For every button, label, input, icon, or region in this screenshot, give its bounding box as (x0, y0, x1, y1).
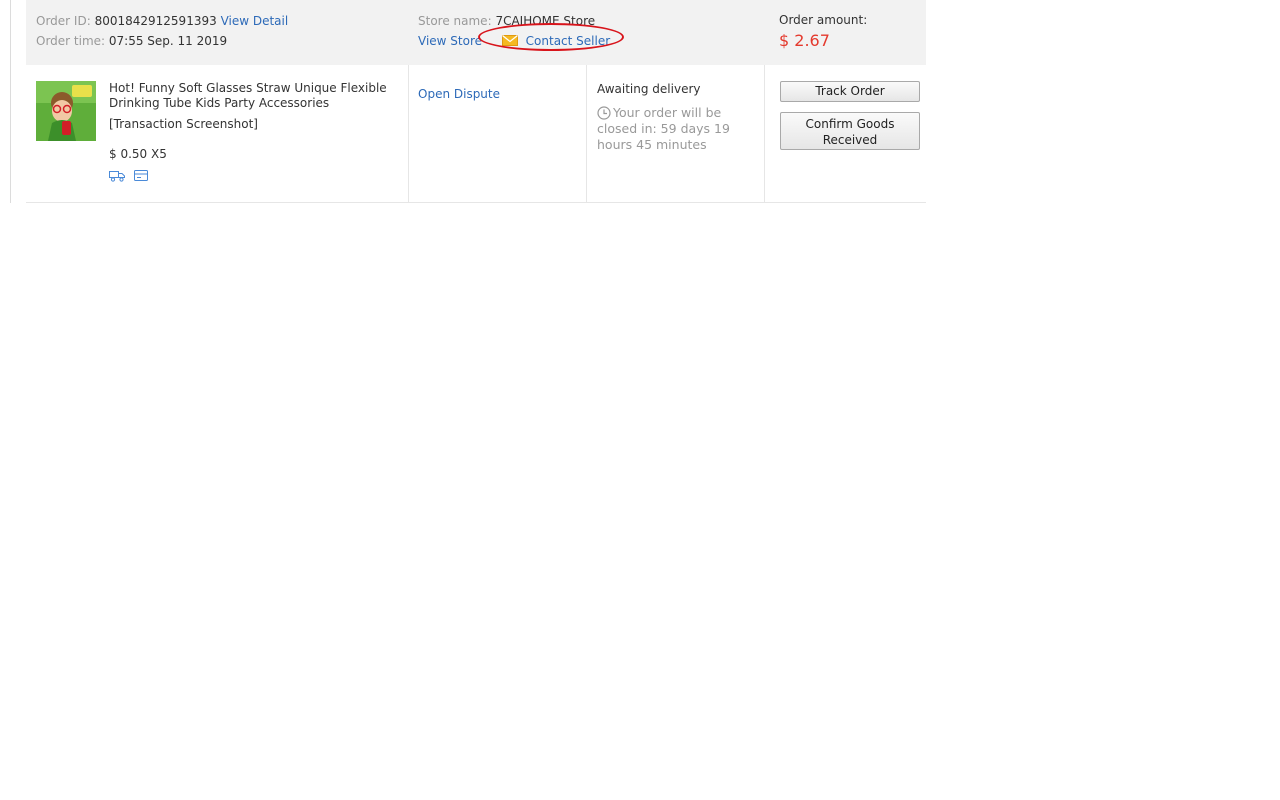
view-detail-link[interactable]: View Detail (221, 14, 289, 28)
card-icon[interactable] (133, 169, 149, 182)
product-thumbnail[interactable] (36, 81, 96, 141)
clock-icon (597, 106, 611, 120)
order-card: Order ID: 8001842912591393 View Detail O… (26, 0, 926, 203)
order-item-row: Hot! Funny Soft Glasses Straw Unique Fle… (26, 65, 926, 203)
order-id-label: Order ID: (36, 14, 91, 28)
countdown-text-block: Your order will be closed in: 59 days 19… (597, 105, 765, 153)
order-id-value: 8001842912591393 (94, 14, 217, 28)
contact-seller-link[interactable]: Contact Seller (526, 34, 611, 48)
order-amount-value: $ 2.67 (779, 31, 830, 50)
confirm-goods-received-button[interactable]: Confirm Goods Received (780, 112, 920, 150)
store-name-row: Store name: 7CAIHOME Store (418, 13, 595, 29)
column-divider (586, 65, 587, 202)
track-order-button[interactable]: Track Order (780, 81, 920, 102)
order-status: Awaiting delivery (597, 82, 701, 96)
store-name-label: Store name: (418, 14, 492, 28)
order-id-row: Order ID: 8001842912591393 View Detail (36, 13, 288, 29)
left-border-line (10, 0, 11, 203)
column-divider (764, 65, 765, 202)
store-links-row: View Store Contact Seller (418, 33, 610, 49)
order-time-label: Order time: (36, 34, 106, 48)
product-title-link[interactable]: Hot! Funny Soft Glasses Straw Unique Fle… (109, 81, 399, 111)
service-icons (109, 169, 149, 182)
open-dispute-link[interactable]: Open Dispute (418, 86, 500, 102)
column-divider (408, 65, 409, 202)
price-quantity: $ 0.50 X5 (109, 147, 167, 161)
order-time-row: Order time: 07:55 Sep. 11 2019 (36, 33, 227, 49)
store-name-value: 7CAIHOME Store (495, 14, 596, 28)
order-header: Order ID: 8001842912591393 View Detail O… (26, 0, 926, 65)
order-amount-label: Order amount: (779, 13, 868, 27)
mail-icon[interactable] (501, 34, 518, 46)
transaction-screenshot-link[interactable]: [Transaction Screenshot] (109, 116, 258, 132)
delivery-truck-icon[interactable] (109, 169, 125, 182)
countdown-text: Your order will be closed in: 59 days 19… (597, 105, 730, 152)
order-time-value: 07:55 Sep. 11 2019 (108, 34, 228, 48)
view-store-link[interactable]: View Store (418, 34, 482, 48)
